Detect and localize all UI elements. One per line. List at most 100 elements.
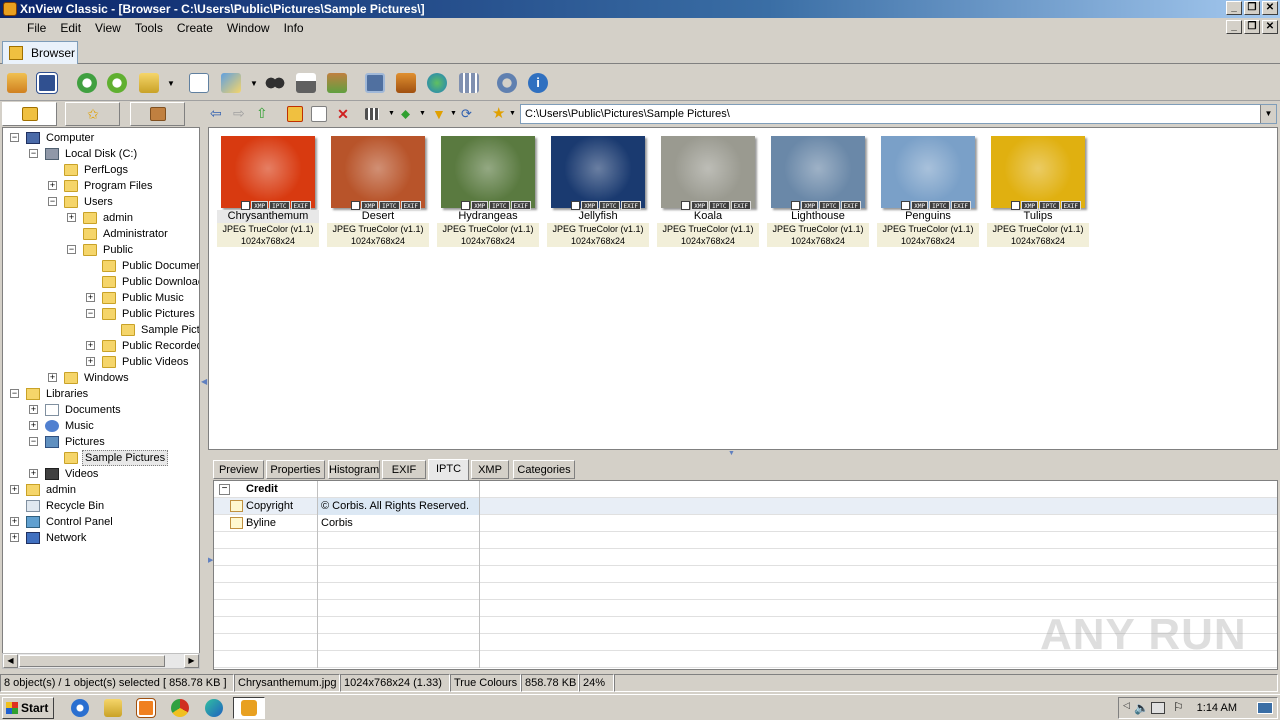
wallpaper-button[interactable] <box>393 70 419 96</box>
tab-exif[interactable]: EXIF <box>382 460 426 479</box>
sync-icon[interactable]: ⟳ <box>461 106 477 122</box>
tree-item[interactable]: − Libraries <box>3 386 199 402</box>
filter-dropdown-icon[interactable]: ▼ <box>450 110 457 117</box>
find-button[interactable] <box>262 70 288 96</box>
scroll-left-icon[interactable]: ◀ <box>3 654 18 668</box>
tree-item[interactable]: − Public Pictures <box>3 306 199 322</box>
browse-folder-button[interactable] <box>4 70 30 96</box>
thumbnail-item[interactable]: XMP IPTC EXIF Hydrangeas JPEG TrueColor (v1.… <box>437 134 539 247</box>
open-button[interactable] <box>136 70 162 96</box>
capture-button[interactable] <box>362 70 388 96</box>
minimize-button[interactable]: _ <box>1226 1 1242 15</box>
tree-item[interactable]: + Control Panel <box>3 514 199 530</box>
tab-preview[interactable]: Preview <box>213 460 264 479</box>
expand-icon[interactable]: + <box>67 213 76 222</box>
volume-icon[interactable]: 🔈 <box>1134 701 1149 715</box>
tree-item[interactable]: PerfLogs <box>3 162 199 178</box>
expand-icon[interactable]: + <box>10 485 19 494</box>
tree-item[interactable]: − Users <box>3 194 199 210</box>
rename-icon[interactable] <box>311 106 327 122</box>
explorer-icon[interactable] <box>104 699 122 717</box>
view-mode-dropdown-icon[interactable]: ▼ <box>388 110 395 117</box>
refresh-all-button[interactable] <box>104 70 130 96</box>
move-to-button[interactable] <box>218 70 244 96</box>
tab-iptc[interactable]: IPTC <box>428 459 469 480</box>
sort-icon[interactable]: ⬥ <box>401 106 417 122</box>
expand-icon[interactable]: + <box>10 517 19 526</box>
tree-item[interactable]: Sample Pictu <box>3 322 199 338</box>
collapse-icon[interactable]: − <box>29 149 38 158</box>
tree-item[interactable]: − Local Disk (C:) <box>3 146 199 162</box>
menu-tools[interactable]: Tools <box>128 18 170 38</box>
tab-categories[interactable] <box>130 102 185 126</box>
collapse-icon[interactable]: − <box>29 437 38 446</box>
expand-icon[interactable]: + <box>86 293 95 302</box>
menu-file[interactable]: File <box>20 18 53 38</box>
thumbnail-item[interactable]: XMP IPTC EXIF Koala JPEG TrueColor (v1.1) 102… <box>657 134 759 247</box>
expand-icon[interactable]: + <box>10 533 19 542</box>
expand-icon[interactable]: + <box>29 421 38 430</box>
fullscreen-button[interactable] <box>34 70 60 96</box>
forward-arrow-icon[interactable]: ⇨ <box>233 106 249 122</box>
tree-item[interactable]: Public Downloac <box>3 274 199 290</box>
thumbnail-item[interactable]: XMP IPTC EXIF Jellyfish JPEG TrueColor (v1.1… <box>547 134 649 247</box>
thumbnail-item[interactable]: XMP IPTC EXIF Tulips JPEG TrueColor (v1.1) 10… <box>987 134 1089 247</box>
tree-horizontal-scrollbar[interactable]: ◀ ▶ <box>2 653 200 669</box>
flag-icon[interactable]: ⚐ <box>1173 700 1184 714</box>
collapse-info-icon[interactable]: ▼ <box>728 450 735 457</box>
chrome-icon[interactable] <box>171 699 189 717</box>
path-dropdown-icon[interactable]: ▼ <box>1260 105 1276 123</box>
up-arrow-icon[interactable]: ⇧ <box>256 106 272 122</box>
tab-properties[interactable]: Properties <box>266 460 325 479</box>
tray-expand-icon[interactable]: ◁ <box>1123 700 1130 711</box>
tree-item[interactable]: + Public Videos <box>3 354 199 370</box>
horizontal-splitter[interactable]: ▼ <box>208 450 1280 458</box>
maximize-button[interactable]: ❐ <box>1244 1 1260 15</box>
tab-browser[interactable]: Browser <box>2 41 78 64</box>
collapse-icon[interactable]: − <box>10 389 19 398</box>
taskbar-xnview-button[interactable] <box>233 697 265 719</box>
expand-icon[interactable]: + <box>86 341 95 350</box>
vertical-splitter[interactable]: ◀ <box>200 127 207 667</box>
iptc-group-row[interactable]: − Credit <box>214 481 1277 498</box>
tab-histogram[interactable]: Histogram <box>328 460 380 479</box>
tree-item[interactable]: + admin <box>3 482 199 498</box>
refresh-button[interactable] <box>74 70 100 96</box>
xnview-app-icon[interactable] <box>3 2 17 16</box>
menu-info[interactable]: Info <box>277 18 311 38</box>
tree-item[interactable]: Administrator <box>3 226 199 242</box>
print-button[interactable] <box>293 70 319 96</box>
copy-button[interactable] <box>186 70 212 96</box>
tree-item[interactable]: − Computer <box>3 130 199 146</box>
tree-item[interactable]: + Public Recorded <box>3 338 199 354</box>
filter-icon[interactable]: ▼ <box>432 106 448 122</box>
expand-icon[interactable]: + <box>48 373 57 382</box>
collapse-icon[interactable]: − <box>10 133 19 142</box>
collapse-icon[interactable]: − <box>86 309 95 318</box>
mdi-restore-button[interactable]: ❐ <box>1244 20 1260 34</box>
tab-favorites[interactable]: ✩ <box>65 102 120 126</box>
tree-scroll-thumb[interactable] <box>19 655 165 667</box>
expand-icon[interactable]: + <box>29 469 38 478</box>
iptc-value[interactable]: Corbis <box>321 517 353 529</box>
back-arrow-icon[interactable]: ⇦ <box>210 106 226 122</box>
delete-icon[interactable]: ✕ <box>335 106 351 122</box>
web-button[interactable] <box>424 70 450 96</box>
clock[interactable]: 1:14 AM <box>1197 698 1237 718</box>
collapse-icon[interactable]: − <box>67 245 76 254</box>
ie-icon[interactable] <box>71 699 89 717</box>
move-dropdown-arrow-icon[interactable]: ▼ <box>250 79 258 88</box>
thumbnail-item[interactable]: XMP IPTC EXIF Chrysanthemum JPEG TrueColor (… <box>217 134 319 247</box>
iptc-row-copyright[interactable]: Copyright © Corbis. All Rights Reserved. <box>214 498 1277 515</box>
tree-item[interactable]: Recycle Bin <box>3 498 199 514</box>
collapse-tree-icon[interactable]: ◀ <box>201 377 207 386</box>
menu-edit[interactable]: Edit <box>53 18 88 38</box>
path-input[interactable]: C:\Users\Public\Pictures\Sample Pictures… <box>520 104 1277 124</box>
tree-item[interactable]: + Documents <box>3 402 199 418</box>
mdi-minimize-button[interactable]: _ <box>1226 20 1242 34</box>
favorite-dropdown-icon[interactable]: ▼ <box>509 110 516 117</box>
tree-item[interactable]: + Public Music <box>3 290 199 306</box>
iptc-row-byline[interactable]: Byline Corbis <box>214 515 1277 532</box>
start-button[interactable]: Start <box>2 697 54 719</box>
collapse-icon[interactable]: − <box>48 197 57 206</box>
